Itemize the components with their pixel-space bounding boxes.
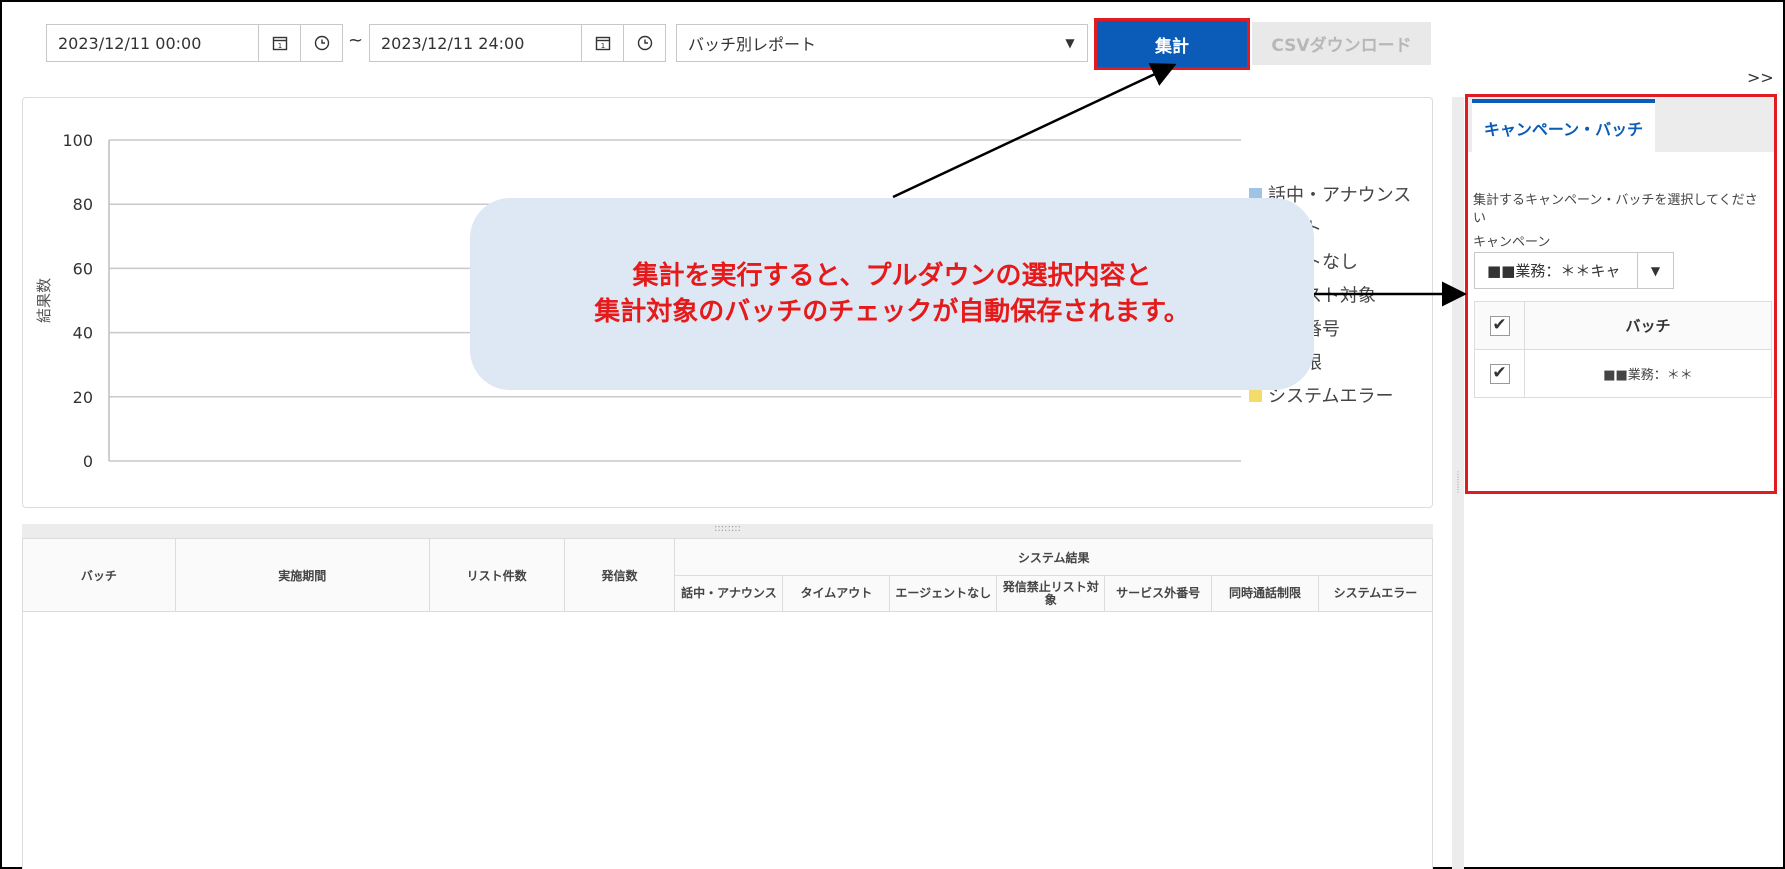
calendar-icon[interactable]: 1: [581, 25, 623, 61]
batch-column-header: バッチ: [1524, 301, 1772, 350]
col-header-list-count[interactable]: リスト件数: [428, 538, 565, 612]
svg-text:1: 1: [600, 42, 604, 50]
report-type-select[interactable]: バッチ別レポート ▼: [676, 24, 1088, 62]
results-table: バッチ 実施期間 リスト件数 発信数 システム結果 話中・アナウンス タイムアウ…: [22, 538, 1433, 612]
col-header-no-agent[interactable]: エージェントなし: [889, 575, 998, 612]
col-header-timeout[interactable]: タイムアウト: [782, 575, 891, 612]
report-type-value: バッチ別レポート: [688, 35, 817, 54]
batch-row[interactable]: ✔ ■■業務：＊＊: [1474, 349, 1772, 398]
y-tick-label: 100: [62, 131, 93, 150]
y-tick-label: 40: [73, 324, 93, 343]
clock-icon[interactable]: [623, 25, 665, 61]
batch-checkbox[interactable]: ✔: [1489, 363, 1510, 384]
batch-table: ✔ バッチ ✔ ■■業務：＊＊: [1474, 301, 1772, 398]
callout-line-2: 集計対象のバッチのチェックが自動保存されます。: [594, 297, 1190, 327]
splitter-grip-icon[interactable]: ⋮ ⋮ ⋮ ⋮: [1454, 471, 1462, 512]
legend-swatch: [1249, 389, 1262, 402]
col-header-calls[interactable]: 発信数: [563, 538, 676, 612]
aggregate-button[interactable]: 集計: [1094, 18, 1250, 70]
range-separator: ~: [348, 30, 364, 51]
svg-text:1: 1: [277, 42, 281, 50]
clock-icon[interactable]: [300, 25, 342, 61]
col-header-system-result: システム結果: [674, 538, 1433, 576]
campaign-label: キャンペーン: [1473, 235, 1551, 250]
col-header-blocked-list[interactable]: 発信禁止リスト対象: [996, 575, 1106, 612]
select-all-cell: ✔: [1474, 301, 1525, 350]
selection-instruction: 集計するキャンペーン・バッチを選択してください: [1473, 193, 1758, 226]
batch-check-cell: ✔: [1474, 349, 1525, 398]
col-header-concurrent-limit[interactable]: 同時通話制限: [1211, 575, 1320, 612]
chevron-down-icon[interactable]: ▼: [1053, 36, 1087, 50]
y-tick-label: 0: [83, 452, 93, 471]
callout-line-1: 集計を実行すると、プルダウンの選択内容と: [632, 261, 1152, 291]
legend-label: システムエラー: [1268, 386, 1393, 407]
col-header-busy[interactable]: 話中・アナウンス: [674, 575, 784, 612]
horizontal-splitter[interactable]: ::::::::: [22, 524, 1433, 538]
y-tick-label: 20: [73, 388, 93, 407]
tab-campaign-batch[interactable]: キャンペーン・バッチ: [1472, 99, 1655, 152]
col-header-out-of-service[interactable]: サービス外番号: [1104, 575, 1213, 612]
start-datetime-value[interactable]: 2023/12/11 00:00: [47, 34, 258, 53]
results-table-body: [22, 612, 1433, 869]
campaign-select[interactable]: ■■業務：＊＊キャ ▼: [1474, 252, 1674, 289]
chevron-down-icon[interactable]: ▼: [1637, 253, 1673, 288]
campaign-select-value: ■■業務：＊＊キャ: [1487, 262, 1621, 280]
annotation-callout: 集計を実行すると、プルダウンの選択内容と 集計対象のバッチのチェックが自動保存さ…: [470, 198, 1314, 390]
start-datetime-field[interactable]: 2023/12/11 00:00 1: [46, 24, 343, 62]
end-datetime-value[interactable]: 2023/12/11 24:00: [370, 34, 581, 53]
end-datetime-field[interactable]: 2023/12/11 24:00 1: [369, 24, 666, 62]
csv-download-button[interactable]: CSVダウンロード: [1252, 22, 1431, 65]
col-header-system-error[interactable]: システムエラー: [1318, 575, 1433, 612]
col-header-period[interactable]: 実施期間: [174, 538, 430, 612]
batch-name: ■■業務：＊＊: [1524, 349, 1772, 398]
select-all-checkbox[interactable]: ✔: [1489, 315, 1510, 336]
y-tick-label: 80: [73, 195, 93, 214]
calendar-icon[interactable]: 1: [258, 25, 300, 61]
campaign-batch-panel: キャンペーン・バッチ 集計するキャンペーン・バッチを選択してください キャンペー…: [1465, 94, 1777, 494]
tab-bar: キャンペーン・バッチ: [1468, 97, 1774, 152]
collapse-panel-toggle[interactable]: >>: [1747, 68, 1774, 87]
col-header-batch[interactable]: バッチ: [22, 538, 176, 612]
y-tick-label: 60: [73, 259, 93, 278]
vertical-splitter[interactable]: ⋮ ⋮ ⋮ ⋮: [1452, 97, 1464, 869]
y-axis-label: 結果数: [35, 278, 53, 323]
